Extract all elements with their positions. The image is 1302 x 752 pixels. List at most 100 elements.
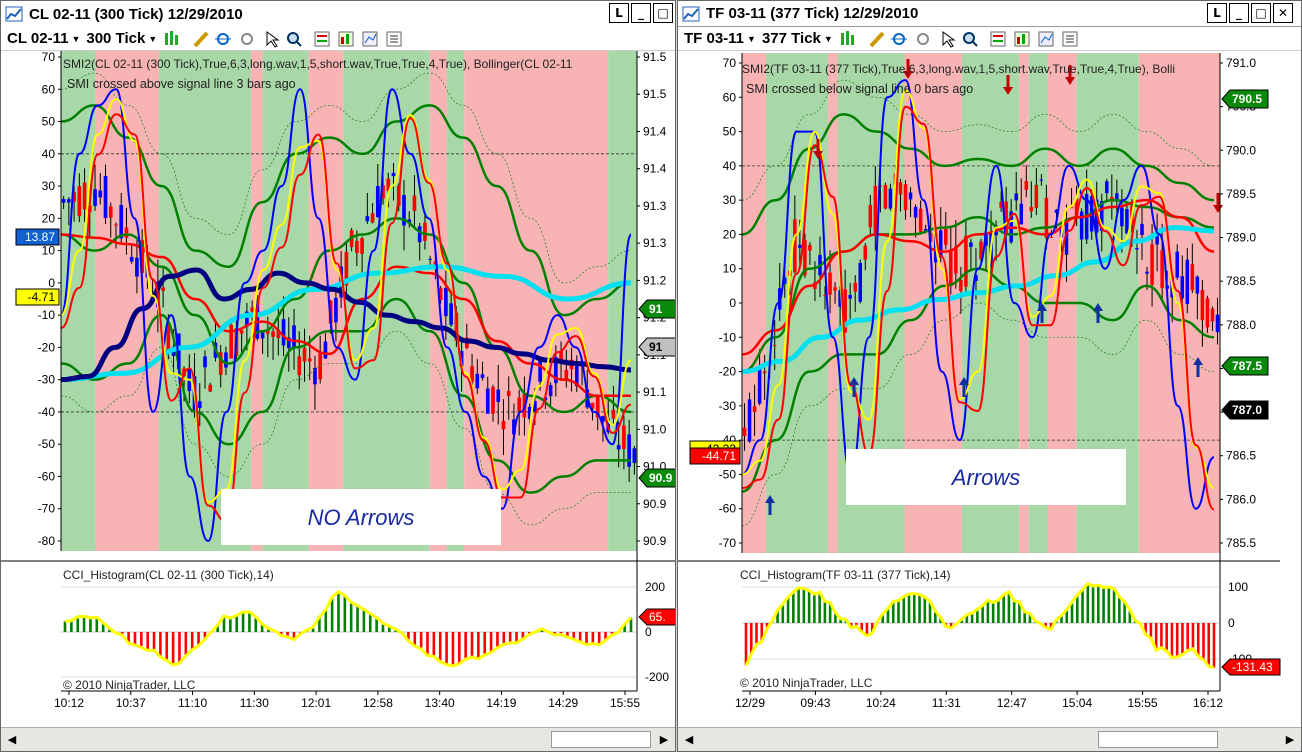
candle-body: [61, 199, 66, 203]
candle-body: [93, 189, 97, 206]
candle-body: [114, 224, 118, 226]
maximize-button[interactable]: □: [653, 3, 673, 23]
candle-body: [762, 371, 767, 374]
indicators-icon[interactable]: [314, 31, 330, 46]
period-selector[interactable]: 377 Tick ▼: [762, 30, 833, 47]
candle-body: [808, 245, 812, 251]
strategies-icon[interactable]: [338, 31, 354, 46]
candle-body: [307, 358, 312, 362]
indicators-icon[interactable]: [990, 31, 1006, 46]
scroll-left-icon[interactable]: ◀: [680, 730, 698, 748]
properties-icon[interactable]: [386, 31, 402, 46]
global-crosshair-icon[interactable]: [916, 32, 929, 45]
candle-body: [622, 425, 626, 449]
instrument-selector[interactable]: CL 02-11 ▼: [7, 30, 80, 47]
candle-body: [161, 287, 165, 291]
minimize-button[interactable]: _: [631, 3, 651, 23]
maximize-button[interactable]: □: [1251, 3, 1271, 23]
chart-window-cl[interactable]: CL 02-11 (300 Tick) 12/29/2010 L _ □ CL …: [0, 0, 676, 752]
close-icon[interactable]: ✕: [1273, 3, 1293, 23]
crosshair-icon[interactable]: [215, 32, 232, 45]
candle-body: [475, 373, 480, 389]
candle-body: [538, 360, 542, 382]
candle-body: [313, 367, 317, 385]
link-button[interactable]: L: [1207, 3, 1227, 23]
right-axis-label: 785.5: [1226, 536, 1256, 550]
chevron-down-icon: ▼: [747, 33, 756, 44]
candle-body: [124, 227, 129, 238]
properties-icon[interactable]: [1062, 31, 1078, 46]
chevron-down-icon: ▼: [71, 33, 81, 44]
left-axis-label: -30: [38, 373, 56, 387]
left-axis-label: 30: [723, 193, 737, 207]
time-axis-label: 15:55: [610, 696, 640, 710]
candle-body: [1145, 271, 1149, 274]
time-axis-label: 10:24: [866, 696, 896, 710]
chart-window-tf[interactable]: TF 03-11 (377 Tick) 12/29/2010 L _ □ ✕ T…: [677, 0, 1302, 752]
link-button[interactable]: L: [609, 3, 629, 23]
left-axis-label: -70: [719, 536, 737, 550]
bar-style-icon[interactable]: [165, 30, 179, 45]
candle-body: [883, 185, 888, 209]
scroll-left-icon[interactable]: ◀: [3, 730, 21, 748]
global-crosshair-icon[interactable]: [241, 32, 254, 45]
data-box-icon[interactable]: [362, 31, 378, 46]
price-panel[interactable]: 706050403020100-10-20-30-40-50-60-70791.…: [678, 51, 1301, 727]
scroll-right-icon[interactable]: ▶: [655, 730, 673, 748]
pointer-icon[interactable]: [942, 30, 956, 48]
cci-label: CCI_Histogram(TF 03-11 (377 Tick),14): [740, 568, 951, 582]
time-axis-label: 12:01: [301, 696, 331, 710]
cci-value-tag-label: 65.: [649, 610, 666, 624]
left-axis-label: -80: [38, 534, 56, 548]
candle-body: [888, 188, 893, 209]
data-box-icon[interactable]: [1038, 31, 1054, 46]
zoom-icon[interactable]: [962, 31, 978, 47]
right-axis-label: 790.0: [1226, 143, 1256, 157]
cci-axis-label: 100: [1228, 580, 1248, 594]
scroll-thumb[interactable]: [551, 731, 651, 748]
price-panel[interactable]: 70 60 50 40 30 20 10 0 -10 -20 -30 -40 -50 -60 -70 -80 9…: [1, 51, 675, 727]
chevron-down-icon: ▼: [148, 33, 158, 44]
candle-body: [360, 238, 364, 254]
time-axis-label: 12:47: [997, 696, 1027, 710]
zoom-icon[interactable]: [287, 31, 302, 47]
horizontal-scrollbar[interactable]: ◀ ▶: [1, 727, 675, 751]
right-axis-label: 91.3: [643, 236, 667, 250]
horizontal-scrollbar[interactable]: ◀ ▶: [678, 727, 1301, 751]
candle-body: [82, 182, 87, 210]
toolbar-icons: [840, 30, 1078, 48]
time-axis-label: 14:29: [548, 696, 578, 710]
window-title: TF 03-11 (377 Tick) 12/29/2010: [706, 5, 919, 22]
value-tag-label: -44.71: [702, 449, 736, 463]
right-axis-label: 791.0: [1226, 56, 1256, 70]
time-axis-label: 09:43: [800, 696, 830, 710]
right-axis-label: 90.9: [643, 534, 667, 548]
candle-body: [627, 434, 631, 467]
scroll-thumb[interactable]: [1098, 731, 1218, 748]
instrument-selector[interactable]: TF 03-11 ▼: [684, 30, 756, 47]
left-axis-label: -10: [38, 308, 56, 322]
minimize-button[interactable]: _: [1229, 3, 1249, 23]
pencil-icon[interactable]: [869, 31, 885, 47]
candle-body: [913, 206, 918, 218]
candle-body: [752, 406, 757, 412]
period-selector[interactable]: 300 Tick ▼: [86, 30, 157, 47]
indicator-label: SMI2(CL 02-11 (300 Tick),True,6,3,long.w…: [63, 57, 573, 71]
pencil-icon[interactable]: [193, 31, 209, 47]
scroll-right-icon[interactable]: ▶: [1281, 730, 1299, 748]
candle-body: [964, 235, 968, 287]
strategies-icon[interactable]: [1014, 31, 1030, 46]
left-axis-label: -20: [38, 340, 56, 354]
chart-app-icon: [5, 6, 23, 22]
right-axis-label: 91.1: [643, 385, 667, 399]
copyright: © 2010 NinjaTrader, LLC: [740, 676, 873, 690]
candle-body: [496, 389, 501, 402]
candle-body: [1200, 290, 1205, 321]
candle-body: [949, 250, 953, 287]
candle-body: [742, 427, 747, 436]
crosshair-icon[interactable]: [890, 32, 907, 45]
bar-style-icon[interactable]: [840, 30, 854, 45]
time-axis-label: 12:58: [363, 696, 393, 710]
candle-body: [1150, 244, 1154, 285]
pointer-icon[interactable]: [266, 30, 280, 48]
